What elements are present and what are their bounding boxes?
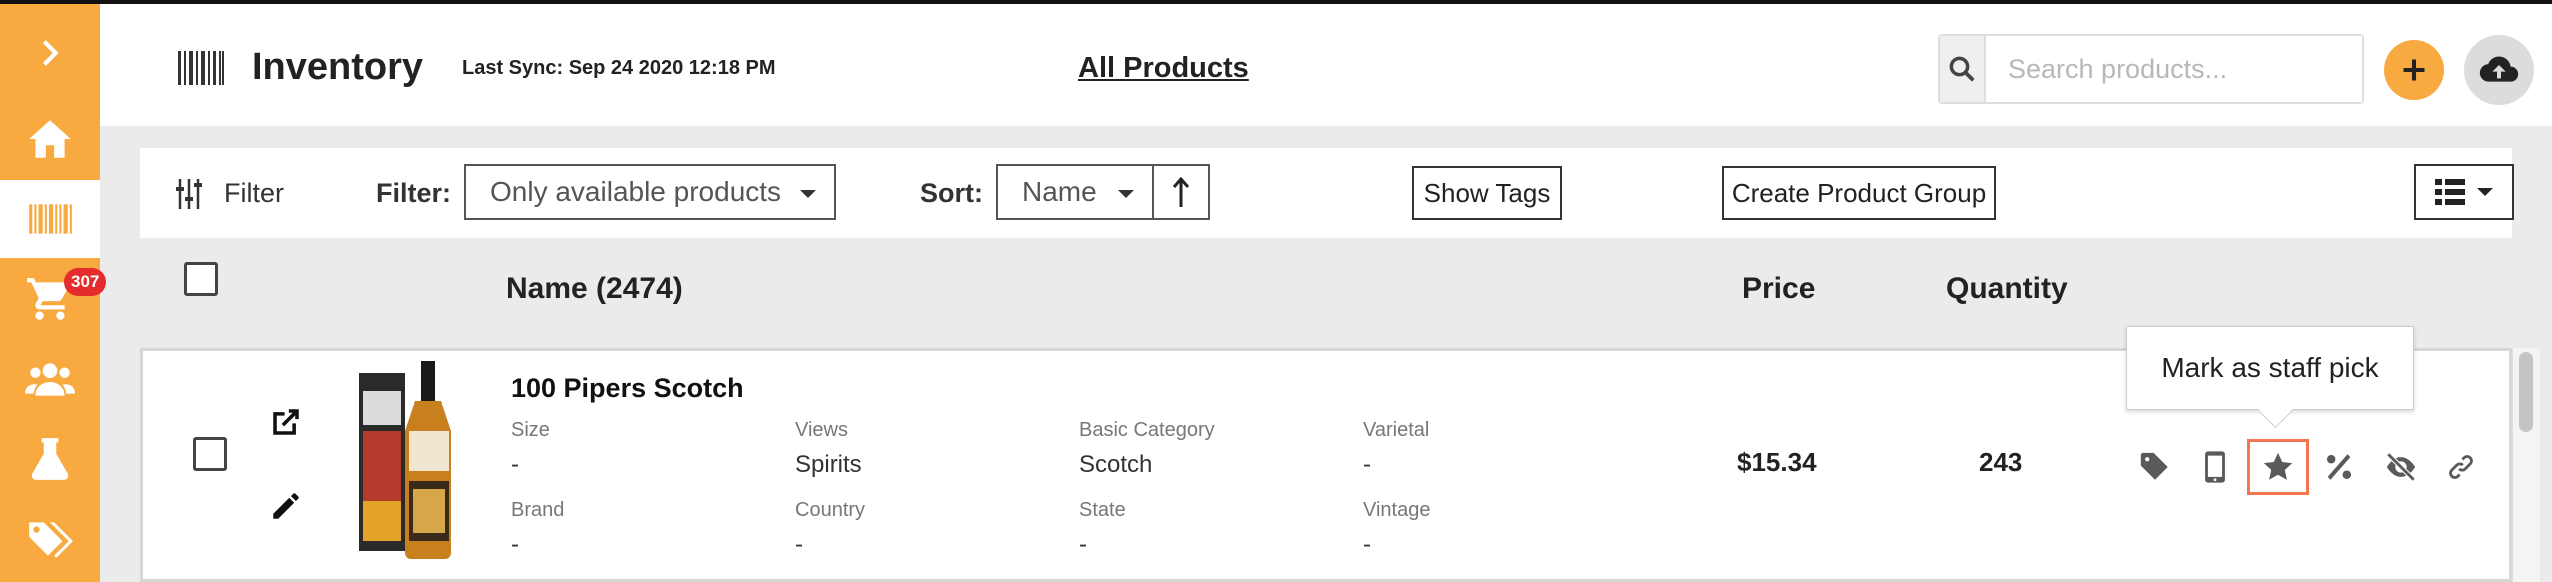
sidebar-item-inventory[interactable] <box>0 180 100 258</box>
filter-toggle-button[interactable]: Filter <box>176 178 284 209</box>
add-product-button[interactable] <box>2384 40 2444 100</box>
select-all-checkbox[interactable] <box>184 262 218 296</box>
caret-down-icon <box>2477 188 2493 196</box>
attr-vintage-value: - <box>1363 531 1371 558</box>
filter-label: Filter: <box>376 178 452 208</box>
attr-views-label: Views <box>795 419 848 441</box>
barcode-icon <box>178 51 224 85</box>
filter-select[interactable]: Only available products <box>464 164 836 220</box>
orders-count-badge: 307 <box>64 268 107 296</box>
scrollbar-thumb[interactable] <box>2519 352 2533 432</box>
star-icon <box>2263 452 2293 480</box>
header: Inventory Last Sync: Sep 24 2020 12:18 P… <box>100 4 2552 126</box>
staff-pick-button[interactable] <box>2247 439 2309 495</box>
sort-select-value: Name <box>1022 176 1097 207</box>
search-icon <box>1949 56 1975 82</box>
tag-button[interactable] <box>2133 445 2177 489</box>
sort-direction-button[interactable] <box>1152 164 1210 220</box>
sort-label: Sort: <box>920 178 983 208</box>
attr-views-value: Spirits <box>795 451 862 478</box>
price-column-header[interactable]: Price <box>1742 272 1815 306</box>
chevron-right-icon <box>42 40 59 66</box>
attr-size-label: Size <box>511 419 550 441</box>
percent-icon <box>2326 454 2352 480</box>
product-image <box>359 361 451 559</box>
search-input[interactable] <box>1986 36 2362 102</box>
cloud-upload-icon <box>2479 56 2519 82</box>
caret-down-icon <box>1118 190 1134 198</box>
product-price: $15.34 <box>1737 447 1817 477</box>
filter-toggle-label: Filter <box>224 178 284 208</box>
attr-brand-label: Brand <box>511 499 565 521</box>
attr-category-value: Scotch <box>1079 451 1153 478</box>
tags-icon <box>29 522 73 558</box>
caret-down-icon <box>800 190 816 198</box>
staff-pick-tooltip: Mark as staff pick <box>2126 326 2414 410</box>
sidebar-item-lab[interactable] <box>0 420 100 498</box>
quantity-column-header[interactable]: Quantity <box>1946 272 2068 306</box>
attr-size-value: - <box>511 451 519 478</box>
all-products-link[interactable]: All Products <box>1078 52 1249 85</box>
edit-pencil-icon[interactable] <box>269 489 303 523</box>
external-link-icon[interactable] <box>269 405 303 439</box>
sort-select[interactable]: Name <box>996 164 1154 220</box>
mobile-icon <box>2205 451 2225 483</box>
tag-icon <box>2140 452 2168 480</box>
show-tags-button[interactable]: Show Tags <box>1412 166 1562 220</box>
attr-vintage-label: Vintage <box>1363 499 1431 521</box>
plus-icon <box>2403 59 2425 81</box>
sidebar-item-customers[interactable] <box>0 340 100 418</box>
sidebar-collapse-button[interactable] <box>0 14 100 92</box>
search-box <box>1938 34 2364 104</box>
discount-button[interactable] <box>2317 445 2361 489</box>
view-mode-button[interactable] <box>2414 164 2514 220</box>
cloud-upload-button[interactable] <box>2464 35 2534 105</box>
attr-brand-value: - <box>511 531 519 558</box>
mobile-button[interactable] <box>2193 445 2237 489</box>
create-product-group-button[interactable]: Create Product Group <box>1722 166 1996 220</box>
sidebar-item-home[interactable] <box>0 100 100 178</box>
sidebar-item-promotions[interactable] <box>0 500 100 578</box>
eye-slash-icon <box>2386 452 2416 482</box>
filter-select-value: Only available products <box>490 176 782 207</box>
sliders-icon <box>176 178 202 209</box>
last-sync-text: Last Sync: Sep 24 2020 12:18 PM <box>462 57 776 79</box>
link-button[interactable] <box>2439 445 2483 489</box>
arrow-up-icon <box>1172 177 1190 207</box>
row-select-checkbox[interactable] <box>193 437 227 471</box>
hide-product-button[interactable] <box>2379 445 2423 489</box>
users-icon <box>25 363 75 396</box>
filter-toolbar: Filter Filter: Only available products S… <box>140 148 2514 238</box>
sidebar: 307 <box>0 4 107 582</box>
attr-varietal-value: - <box>1363 451 1371 478</box>
barcode-icon <box>29 204 72 234</box>
search-button[interactable] <box>1940 36 1986 102</box>
attr-state-value: - <box>1079 531 1087 558</box>
name-column-header[interactable]: Name (2474) <box>506 272 683 306</box>
attr-country-label: Country <box>795 499 866 521</box>
product-name[interactable]: 100 Pipers Scotch <box>511 373 744 404</box>
attr-country-value: - <box>795 531 803 558</box>
link-icon <box>2449 455 2473 479</box>
list-scrollbar[interactable] <box>2512 348 2540 582</box>
attr-varietal-label: Varietal <box>1363 419 1430 441</box>
sidebar-item-orders[interactable]: 307 <box>0 260 107 338</box>
home-icon <box>29 120 71 158</box>
list-icon <box>2435 179 2465 205</box>
flask-icon <box>31 438 69 480</box>
attr-category-label: Basic Category <box>1079 419 1215 441</box>
product-quantity: 243 <box>1979 447 2023 477</box>
attr-state-label: State <box>1079 499 1126 521</box>
page-title: Inventory <box>252 46 424 88</box>
